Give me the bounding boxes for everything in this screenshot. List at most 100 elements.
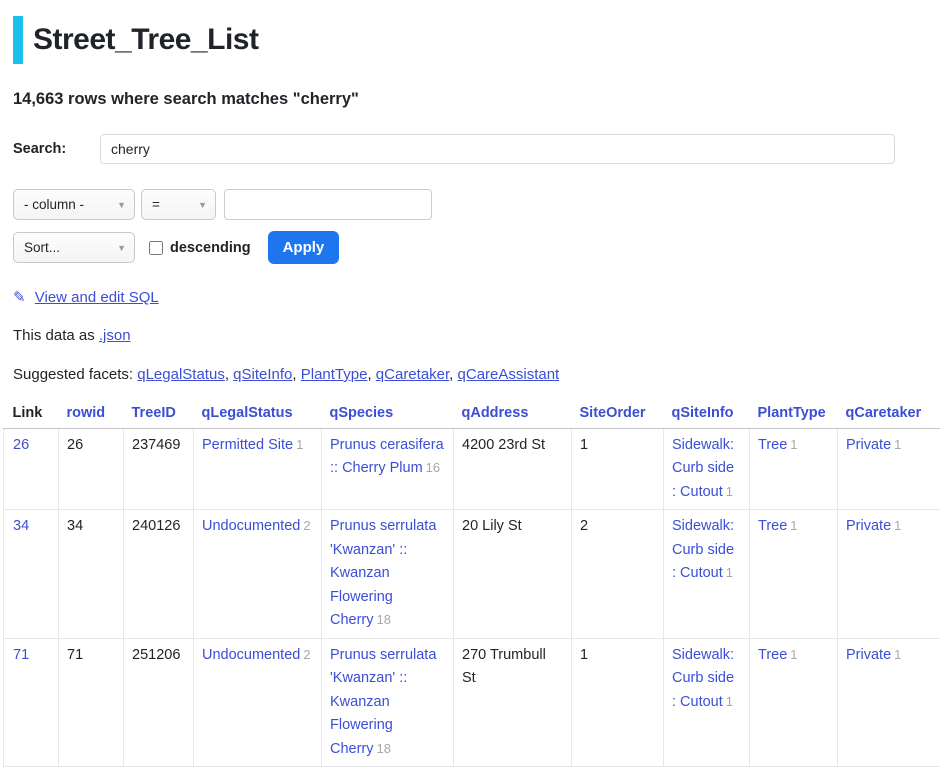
column-header-link-rowid[interactable]: rowid: [67, 405, 106, 421]
json-export-link[interactable]: .json: [99, 327, 131, 344]
column-header-qlegalstatus: qLegalStatus: [194, 401, 322, 429]
search-label: Search:: [13, 141, 100, 157]
facet-value-link[interactable]: Tree: [758, 437, 787, 453]
facet-link-planttype[interactable]: PlantType: [301, 366, 368, 383]
facet-link-qsiteinfo[interactable]: qSiteInfo: [233, 366, 292, 383]
facet-count: 18: [377, 741, 391, 756]
column-header-link-treeid[interactable]: TreeID: [132, 405, 176, 421]
facet-value-link[interactable]: Private: [846, 647, 891, 663]
column-header-link-qsiteinfo[interactable]: qSiteInfo: [672, 405, 734, 421]
cell-qlegalstatus: Permitted Site1: [194, 429, 322, 510]
facet-link-qlegalstatus[interactable]: qLegalStatus: [137, 366, 225, 383]
facet-count: 1: [296, 437, 303, 452]
operator-select[interactable]: =: [141, 189, 216, 220]
view-edit-sql-link[interactable]: View and edit SQL: [35, 289, 159, 306]
cell-qcaretaker: Private1: [838, 638, 940, 766]
export-prefix: This data as: [13, 327, 99, 344]
facet-count: 18: [377, 612, 391, 627]
search-row: Search:: [13, 134, 927, 164]
cell-qlegalstatus: Undocumented2: [194, 638, 322, 766]
facet-value-link[interactable]: Undocumented: [202, 647, 300, 663]
cell-treeid: 237469: [124, 429, 194, 510]
cell-qcaretaker: Private1: [838, 429, 940, 510]
row-link[interactable]: 26: [13, 437, 29, 453]
search-input[interactable]: [100, 134, 895, 164]
cell-qaddress: 270 Trumbull St: [454, 638, 572, 766]
facet-value-link[interactable]: Permitted Site: [202, 437, 293, 453]
facet-value-link[interactable]: Sidewalk: Curb side : Cutout: [672, 518, 734, 581]
page-header: Street_Tree_List: [13, 16, 927, 64]
column-header-qcaretaker: qCaretaker: [838, 401, 940, 429]
column-header-link-qaddress[interactable]: qAddress: [462, 405, 529, 421]
table-header-row: LinkrowidTreeIDqLegalStatusqSpeciesqAddr…: [4, 401, 940, 429]
column-header-link-qspecies[interactable]: qSpecies: [330, 405, 394, 421]
column-select[interactable]: - column -: [13, 189, 135, 220]
column-header-rowid: rowid: [59, 401, 124, 429]
column-header-link-planttype[interactable]: PlantType: [758, 405, 826, 421]
results-table: LinkrowidTreeIDqLegalStatusqSpeciesqAddr…: [3, 401, 940, 767]
column-select-wrap: - column - ▼: [13, 189, 135, 220]
column-header-link-qlegalstatus[interactable]: qLegalStatus: [202, 405, 293, 421]
cell-link: 71: [4, 638, 59, 766]
cell-treeid: 240126: [124, 510, 194, 638]
facet-count: 1: [790, 518, 797, 533]
facet-count: 1: [894, 647, 901, 662]
column-header-planttype: PlantType: [750, 401, 838, 429]
facet-value-link[interactable]: Sidewalk: Curb side : Cutout: [672, 437, 734, 500]
facet-value-link[interactable]: Tree: [758, 647, 787, 663]
accent-bar: [13, 16, 23, 64]
cell-qspecies: Prunus cerasifera :: Cherry Plum16: [322, 429, 454, 510]
table-row: 3434240126Undocumented2Prunus serrulata …: [4, 510, 940, 638]
row-link[interactable]: 71: [13, 647, 29, 663]
facet-count: 1: [894, 518, 901, 533]
page-title: Street_Tree_List: [33, 16, 258, 64]
cell-qaddress: 20 Lily St: [454, 510, 572, 638]
facet-count: 1: [726, 565, 733, 580]
export-row: This data as .json: [13, 327, 927, 344]
facet-count: 1: [726, 484, 733, 499]
column-header-qspecies: qSpecies: [322, 401, 454, 429]
cell-qcaretaker: Private1: [838, 510, 940, 638]
pencil-icon: ✎: [13, 289, 26, 306]
filter-form: Search: - column - ▼ = ▼ Sort...: [13, 134, 927, 264]
cell-qaddress: 4200 23rd St: [454, 429, 572, 510]
cell-rowid: 34: [59, 510, 124, 638]
sort-select-wrap: Sort... ▼: [13, 232, 135, 263]
facet-count: 1: [894, 437, 901, 452]
cell-qsiteinfo: Sidewalk: Curb side : Cutout1: [664, 638, 750, 766]
filter-value-input[interactable]: [224, 189, 432, 220]
sort-row: Sort... ▼ descending Apply: [13, 231, 927, 264]
cell-treeid: 251206: [124, 638, 194, 766]
facet-value-link[interactable]: Private: [846, 437, 891, 453]
facet-count: 2: [303, 518, 310, 533]
row-link[interactable]: 34: [13, 518, 29, 534]
facet-links: qLegalStatus, qSiteInfo, PlantType, qCar…: [137, 366, 559, 383]
filter-row: - column - ▼ = ▼: [13, 189, 927, 220]
column-header-treeid: TreeID: [124, 401, 194, 429]
facet-value-link[interactable]: Sidewalk: Curb side : Cutout: [672, 647, 734, 710]
facet-count: 16: [426, 460, 440, 475]
cell-rowid: 26: [59, 429, 124, 510]
column-header-link-siteorder[interactable]: SiteOrder: [580, 405, 646, 421]
facet-count: 2: [303, 647, 310, 662]
cell-link: 26: [4, 429, 59, 510]
cell-qsiteinfo: Sidewalk: Curb side : Cutout1: [664, 510, 750, 638]
column-header-siteorder: SiteOrder: [572, 401, 664, 429]
apply-button[interactable]: Apply: [268, 231, 340, 264]
cell-siteorder: 2: [572, 510, 664, 638]
table-row: 7171251206Undocumented2Prunus serrulata …: [4, 638, 940, 766]
cell-rowid: 71: [59, 638, 124, 766]
facet-link-qcareassistant[interactable]: qCareAssistant: [458, 366, 560, 383]
facet-count: 1: [790, 437, 797, 452]
facet-count: 1: [790, 647, 797, 662]
facet-link-qcaretaker[interactable]: qCaretaker: [376, 366, 449, 383]
cell-planttype: Tree1: [750, 510, 838, 638]
sort-select[interactable]: Sort...: [13, 232, 135, 263]
facet-value-link[interactable]: Private: [846, 518, 891, 534]
facet-value-link[interactable]: Tree: [758, 518, 787, 534]
column-header-link-qcaretaker[interactable]: qCaretaker: [846, 405, 922, 421]
column-header-qsiteinfo: qSiteInfo: [664, 401, 750, 429]
descending-checkbox[interactable]: [149, 241, 163, 255]
descending-label: descending: [170, 240, 251, 256]
facet-value-link[interactable]: Undocumented: [202, 518, 300, 534]
